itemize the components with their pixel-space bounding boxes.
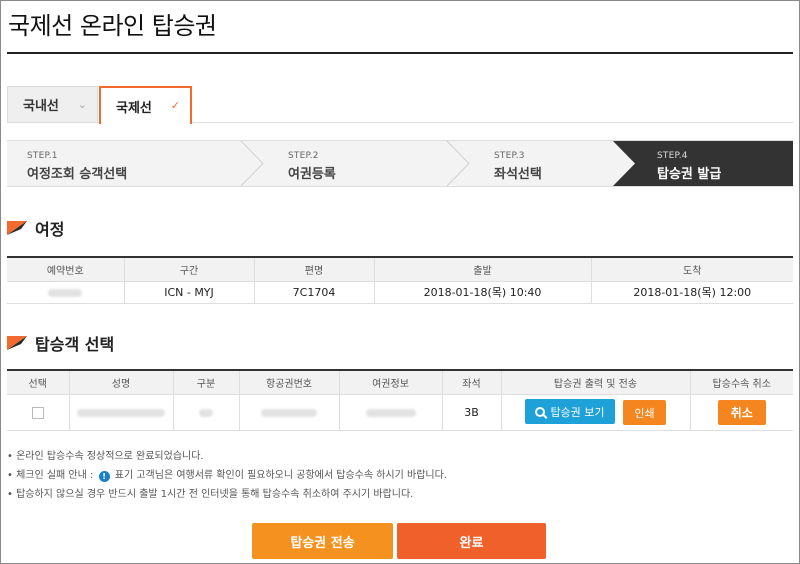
passport-cell (338, 393, 443, 431)
col-arrival: 도착 (590, 256, 793, 282)
cancel-checkin-button[interactable]: 취소 (717, 399, 766, 425)
col-type: 구분 (172, 369, 240, 395)
redacted-value (77, 408, 165, 417)
print-button[interactable]: 인쇄 (623, 400, 666, 425)
info-icon: ! (98, 471, 110, 482)
passenger-table: 선택 성명 구분 항공권번호 여권정보 좌석 탑승권 출력 및 전송 탑승수속 … (7, 369, 793, 431)
chevron-down-icon: ⌄ (77, 98, 87, 111)
passenger-title: 탑승객 선택 (35, 335, 115, 354)
check-icon: ✓ (170, 99, 180, 112)
send-boarding-pass-button[interactable]: 탑승권 전송 (252, 523, 393, 559)
step-2-label: 여권등록 (288, 167, 336, 182)
col-flight: 편명 (253, 256, 375, 282)
itinerary-title: 여정 (35, 220, 65, 239)
step-4-label: 탑승권 발급 (657, 167, 722, 182)
arrival-cell: 2018-01-18(목) 12:00 (590, 280, 793, 304)
col-boarding-pass: 탑승권 출력 및 전송 (500, 369, 691, 395)
notice-checkin-failure-prefix: • 체크인 실패 안내 : (7, 470, 94, 481)
route-tabs: 국내선 ⌄ 국제선 ✓ (7, 86, 793, 124)
col-seat: 좌석 (441, 369, 502, 395)
itinerary-table: 예약번호 구간 편명 출발 도착 ICN - MYJ 7C1704 2018-0… (7, 256, 793, 304)
redacted-value (199, 408, 213, 417)
view-boarding-pass-button[interactable]: 탑승권 보기 (525, 399, 615, 424)
col-name: 성명 (68, 369, 174, 395)
step-3-number: STEP.3 (494, 151, 525, 161)
type-cell (172, 393, 240, 431)
tab-international-label: 국제선 (116, 100, 152, 116)
col-select: 선택 (7, 369, 70, 395)
page-title: 국제선 온라인 탑승권 (8, 12, 217, 40)
seat-cell: 3B (441, 393, 502, 431)
notice-cancel: • 탑승하지 않으실 경우 반드시 출발 1시간 전 인터넷을 통해 탑승수속 … (7, 489, 414, 500)
flight-cell: 7C1704 (253, 280, 375, 304)
step-3-label: 좌석선택 (494, 167, 542, 182)
itinerary-heading: 여정 (7, 216, 64, 240)
name-cell (68, 393, 174, 431)
section-flag-icon (7, 221, 27, 235)
boarding-pass-cell: 탑승권 보기 인쇄 (500, 393, 691, 431)
notice-completed: • 온라인 탑승수속 정상적으로 완료되었습니다. (7, 451, 204, 462)
col-route: 구간 (123, 256, 255, 282)
table-row: ICN - MYJ 7C1704 2018-01-18(목) 10:40 201… (7, 280, 793, 304)
view-boarding-pass-label: 탑승권 보기 (550, 405, 605, 419)
redacted-value (365, 408, 416, 417)
col-cancel: 탑승수속 취소 (689, 369, 793, 395)
reservation-number (7, 280, 125, 304)
step-1-label: 여정조회 승객선택 (27, 167, 128, 182)
passenger-checkbox[interactable] (31, 406, 44, 419)
ticket-cell (238, 393, 340, 431)
tab-domestic[interactable]: 국내선 ⌄ (7, 86, 98, 123)
col-reservation: 예약번호 (7, 256, 125, 282)
cancel-cell: 취소 (689, 393, 793, 431)
notice-checkin-failure-text: 표기 고객님은 여행서류 확인이 필요하오니 공항에서 탑승수속 하시기 바랍니… (114, 470, 447, 481)
col-passport: 여권정보 (338, 369, 443, 395)
tab-domestic-label: 국내선 (23, 99, 59, 114)
departure-cell: 2018-01-18(목) 10:40 (373, 280, 592, 304)
redacted-value (261, 408, 317, 417)
col-departure: 출발 (373, 256, 592, 282)
notice-checkin-failure: • 체크인 실패 안내 : ! 표기 고객님은 여행서류 확인이 필요하오니 공… (7, 466, 447, 485)
redacted-value (48, 288, 83, 297)
table-row: 3B 탑승권 보기 인쇄 취소 (7, 393, 793, 431)
passenger-heading: 탑승객 선택 (7, 331, 114, 355)
title-divider (7, 52, 793, 54)
section-flag-icon (7, 336, 27, 350)
step-2-number: STEP.2 (288, 151, 319, 161)
notice-list: • 온라인 탑승수속 정상적으로 완료되었습니다. • 체크인 실패 안내 : … (7, 447, 447, 504)
step-1-number: STEP.1 (27, 151, 58, 161)
step-progress: STEP.1 여정조회 승객선택 STEP.2 여권등록 STEP.3 좌석선택… (7, 140, 793, 187)
tab-international[interactable]: 국제선 ✓ (99, 86, 192, 124)
done-button[interactable]: 완료 (397, 523, 546, 559)
step-4-number: STEP.4 (657, 151, 688, 161)
search-icon (535, 406, 546, 417)
select-cell (7, 393, 70, 431)
route-cell: ICN - MYJ (123, 280, 255, 304)
col-ticket-number: 항공권번호 (238, 369, 340, 395)
